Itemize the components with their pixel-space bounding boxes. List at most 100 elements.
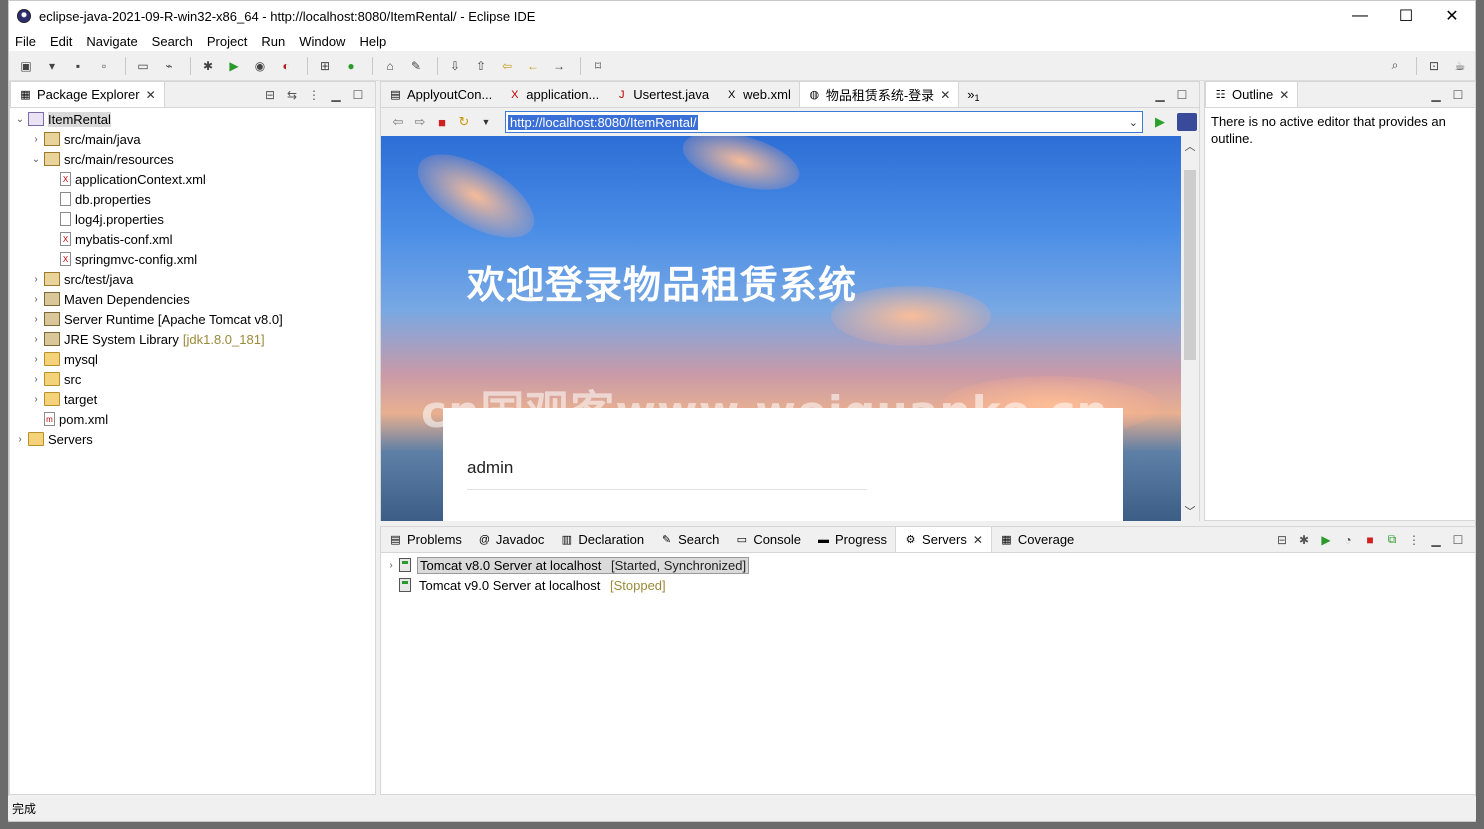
tab-problems[interactable]: ▤ Problems [381,527,470,552]
search-tool-icon[interactable]: ✎ [405,57,427,75]
chevron-right-icon[interactable]: › [30,294,42,305]
pin-editor-icon[interactable]: ⌑ [587,57,609,75]
chevron-right-icon[interactable]: › [14,434,26,445]
chevron-down-icon[interactable]: ⌄ [30,154,42,165]
editor-tab-active[interactable]: ◍ 物品租赁系统-登录 ✕ [798,82,960,107]
server-row[interactable]: Tomcat v9.0 Server at localhost [Stopped… [381,575,1475,595]
close-button[interactable]: ✕ [1429,1,1475,31]
tree-item[interactable]: X springmvc-config.xml [10,249,375,269]
chevron-right-icon[interactable]: › [30,134,42,145]
tree-item[interactable]: › Server Runtime [Apache Tomcat v8.0] [10,309,375,329]
chevron-right-icon[interactable]: › [30,374,42,385]
forward-icon[interactable]: → [548,57,570,75]
chevron-down-icon[interactable]: ⌄ [1129,116,1138,129]
server-row[interactable]: › Tomcat v8.0 Server at localhost [Start… [381,555,1475,575]
tab-outline[interactable]: ☷ Outline ✕ [1205,82,1299,107]
forward-icon[interactable]: ⇨ [409,114,431,130]
url-input[interactable]: http://localhost:8080/ItemRental/ ⌄ [505,111,1143,133]
maximize-view-icon[interactable]: ☐ [1447,533,1469,547]
menu-file[interactable]: File [15,34,36,49]
link-editor-icon[interactable]: ⇆ [281,88,303,102]
chevron-right-icon[interactable]: › [30,314,42,325]
skip-breakpoints-icon[interactable]: ⌁ [158,57,180,75]
collapse-all-icon[interactable]: ⊟ [1271,533,1293,547]
editor-tab[interactable]: ▤ ApplyoutCon... [381,82,500,107]
new-java-package-icon[interactable]: ⊞ [314,57,336,75]
start-server-icon[interactable]: ▶ [1315,533,1337,547]
minimize-view-icon[interactable]: ▁ [1425,88,1447,102]
run-icon[interactable]: ▶ [223,57,245,75]
editor-tab[interactable]: X application... [500,82,607,107]
maximize-view-icon[interactable]: ☐ [347,88,369,102]
tab-package-explorer[interactable]: ▦ Package Explorer ✕ [10,82,165,107]
menu-run[interactable]: Run [261,34,285,49]
menu-help[interactable]: Help [359,34,386,49]
maximize-view-icon[interactable]: ☐ [1171,88,1193,102]
tab-declaration[interactable]: ▥ Declaration [552,527,652,552]
menu-project[interactable]: Project [207,34,247,49]
new-class-icon[interactable]: ● [340,57,362,75]
java-perspective-icon[interactable]: ☕ [1449,57,1471,75]
collapse-all-icon[interactable]: ⊟ [259,88,281,102]
chevron-right-icon[interactable]: › [30,394,42,405]
debug-icon[interactable]: ✱ [197,57,219,75]
editor-tab[interactable]: X web.xml [717,82,799,107]
open-external-browser-icon[interactable] [1177,113,1197,131]
scroll-down-icon[interactable]: ﹀ [1181,503,1199,519]
profile-server-icon[interactable]: ◔ [1337,533,1359,547]
tab-servers[interactable]: ⚙ Servers ✕ [895,527,992,552]
tree-item[interactable]: › Maven Dependencies [10,289,375,309]
menu-edit[interactable]: Edit [50,34,72,49]
stop-server-icon[interactable]: ■ [1359,533,1381,547]
tree-item[interactable]: › JRE System Library [jdk1.8.0_181] [10,329,375,349]
stop-icon[interactable]: ■ [431,115,453,130]
scroll-thumb[interactable] [1184,170,1196,360]
menu-search[interactable]: Search [152,34,193,49]
menu-navigate[interactable]: Navigate [86,34,137,49]
tree-item[interactable]: X mybatis-conf.xml [10,229,375,249]
tree-item[interactable]: ⌄ ItemRental [10,109,375,129]
chevron-down-icon[interactable]: ▼ [475,117,497,127]
save-all-icon[interactable]: ▫ [93,57,115,75]
tree-item[interactable]: › src [10,369,375,389]
close-icon[interactable]: ✕ [973,533,983,547]
back-icon[interactable]: ⇦ [387,114,409,130]
chevron-right-icon[interactable]: › [385,560,397,571]
chevron-right-icon[interactable]: › [30,334,42,345]
chevron-right-icon[interactable]: › [30,354,42,365]
chevron-right-icon[interactable]: › [30,274,42,285]
tree-item[interactable]: › Servers [10,429,375,449]
editor-tab[interactable]: J Usertest.java [607,82,717,107]
view-menu-icon[interactable]: ⋮ [303,88,325,102]
debug-server-icon[interactable]: ✱ [1293,533,1315,547]
scroll-up-icon[interactable]: ︿ [1181,138,1199,154]
open-type-icon[interactable]: ⌂ [379,57,401,75]
publish-icon[interactable]: ⧉ [1381,532,1403,547]
external-tools-icon[interactable]: ◐ [275,57,297,75]
username-field[interactable]: admin [467,458,867,490]
tab-console[interactable]: ▭ Console [727,527,809,552]
next-annotation-icon[interactable]: ⇩ [444,57,466,75]
chevron-down-icon[interactable]: ⌄ [14,114,26,125]
maximize-view-icon[interactable]: ☐ [1447,88,1469,102]
tree-item[interactable]: › target [10,389,375,409]
minimize-view-icon[interactable]: ▁ [1425,533,1447,547]
tab-coverage[interactable]: ▦ Coverage [992,527,1082,552]
tab-progress[interactable]: ▬ Progress [809,527,895,552]
close-icon[interactable]: ✕ [1279,88,1289,102]
menu-window[interactable]: Window [299,34,345,49]
tab-overflow[interactable]: » 1 [959,82,987,107]
new-icon[interactable]: ▣ [15,57,37,75]
maximize-button[interactable]: ☐ [1383,1,1429,31]
close-icon[interactable]: ✕ [146,88,156,102]
minimize-button[interactable]: — [1337,1,1383,31]
dropdown-arrow-icon[interactable]: ▾ [41,57,63,75]
coverage-icon[interactable]: ◉ [249,57,271,75]
terminal-icon[interactable]: ▭ [132,57,154,75]
tree-item[interactable]: db.properties [10,189,375,209]
tree-item[interactable]: › mysql [10,349,375,369]
save-icon[interactable]: ▪ [67,57,89,75]
vertical-scrollbar[interactable]: ︿ ﹀ [1181,136,1199,521]
minimize-view-icon[interactable]: ▁ [325,88,347,102]
tree-item[interactable]: X applicationContext.xml [10,169,375,189]
